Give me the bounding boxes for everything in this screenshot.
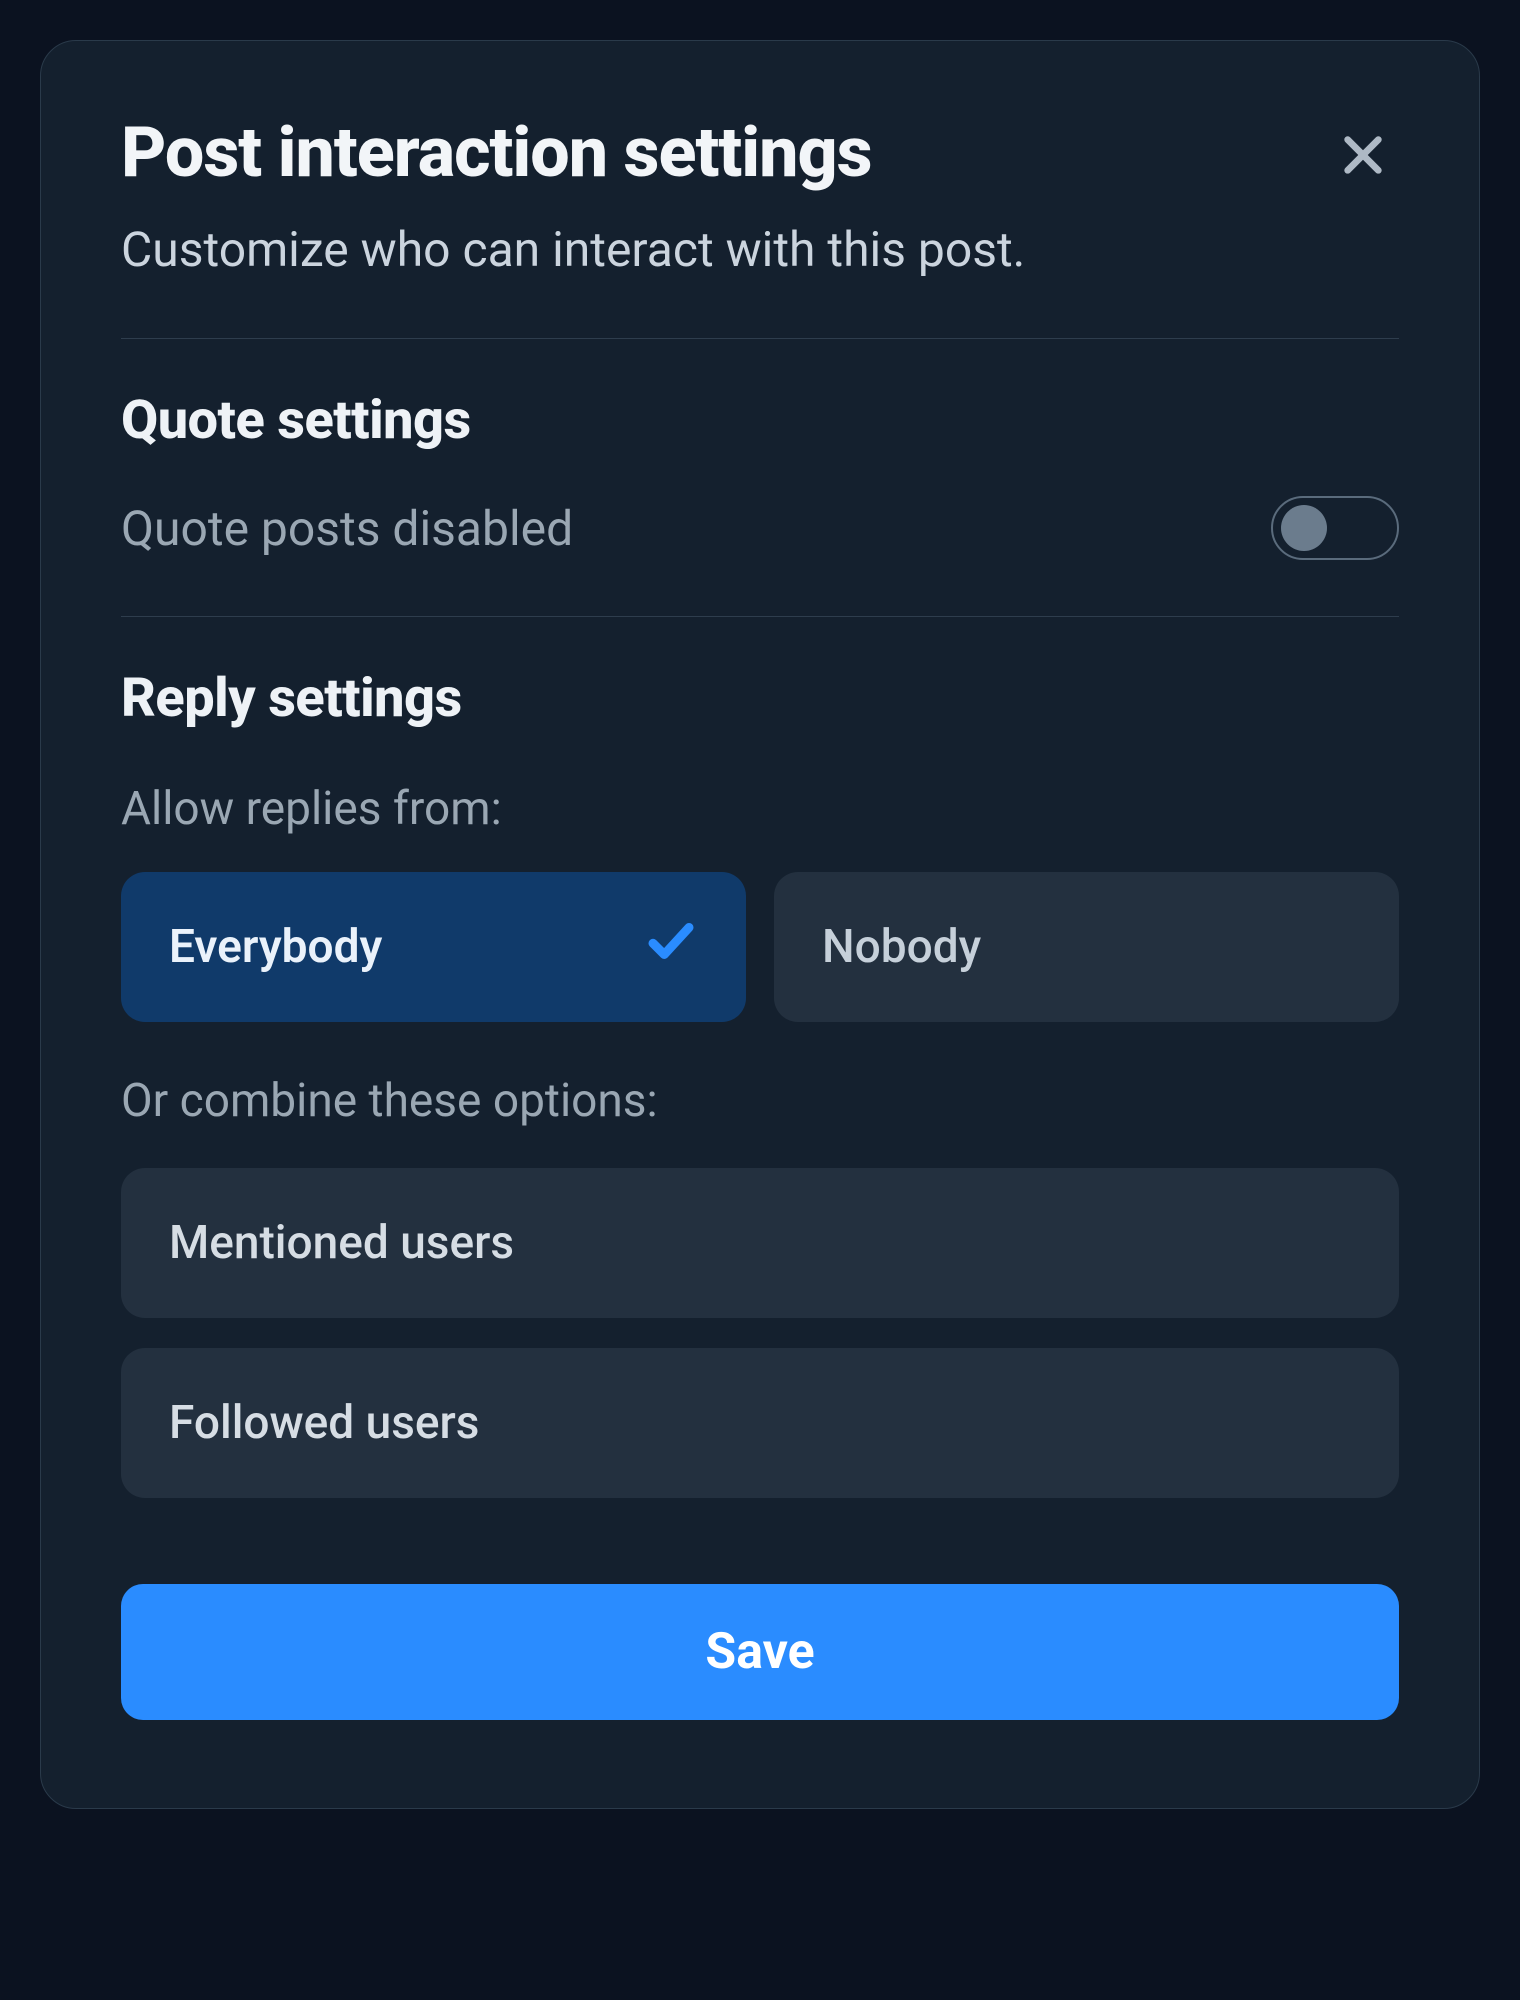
header-text: Post interaction settings Customize who … xyxy=(121,113,1025,282)
option-followed-users[interactable]: Followed users xyxy=(121,1348,1399,1498)
combine-options-label: Or combine these options: xyxy=(121,1074,1399,1128)
allow-replies-label: Allow replies from: xyxy=(121,782,1399,836)
option-nobody-label: Nobody xyxy=(822,920,981,974)
reply-primary-options: Everybody Nobody xyxy=(121,872,1399,1022)
quote-toggle-switch[interactable] xyxy=(1271,496,1399,560)
option-nobody[interactable]: Nobody xyxy=(774,872,1399,1022)
option-followed-users-label: Followed users xyxy=(169,1396,479,1450)
reply-settings-section: Reply settings Allow replies from: Every… xyxy=(121,667,1399,1498)
divider xyxy=(121,338,1399,339)
reply-combine-options: Mentioned users Followed users xyxy=(121,1168,1399,1498)
close-button[interactable] xyxy=(1327,119,1399,191)
reply-section-title: Reply settings xyxy=(121,667,1399,730)
quote-toggle-label: Quote posts disabled xyxy=(121,500,573,557)
modal-header: Post interaction settings Customize who … xyxy=(121,113,1399,282)
divider xyxy=(121,616,1399,617)
modal-title: Post interaction settings xyxy=(121,113,1025,194)
switch-knob xyxy=(1281,505,1327,551)
quote-toggle-row: Quote posts disabled xyxy=(121,496,1399,560)
option-everybody[interactable]: Everybody xyxy=(121,872,746,1022)
close-icon xyxy=(1340,132,1386,178)
option-everybody-label: Everybody xyxy=(169,920,382,974)
quote-section-title: Quote settings xyxy=(121,389,1399,452)
option-mentioned-users-label: Mentioned users xyxy=(169,1216,514,1270)
save-button-label: Save xyxy=(705,1623,814,1681)
post-interaction-modal: Post interaction settings Customize who … xyxy=(40,40,1480,1809)
option-mentioned-users[interactable]: Mentioned users xyxy=(121,1168,1399,1318)
check-icon xyxy=(644,914,698,980)
modal-subtitle: Customize who can interact with this pos… xyxy=(121,218,1025,283)
save-button[interactable]: Save xyxy=(121,1584,1399,1720)
quote-settings-section: Quote settings Quote posts disabled xyxy=(121,389,1399,560)
